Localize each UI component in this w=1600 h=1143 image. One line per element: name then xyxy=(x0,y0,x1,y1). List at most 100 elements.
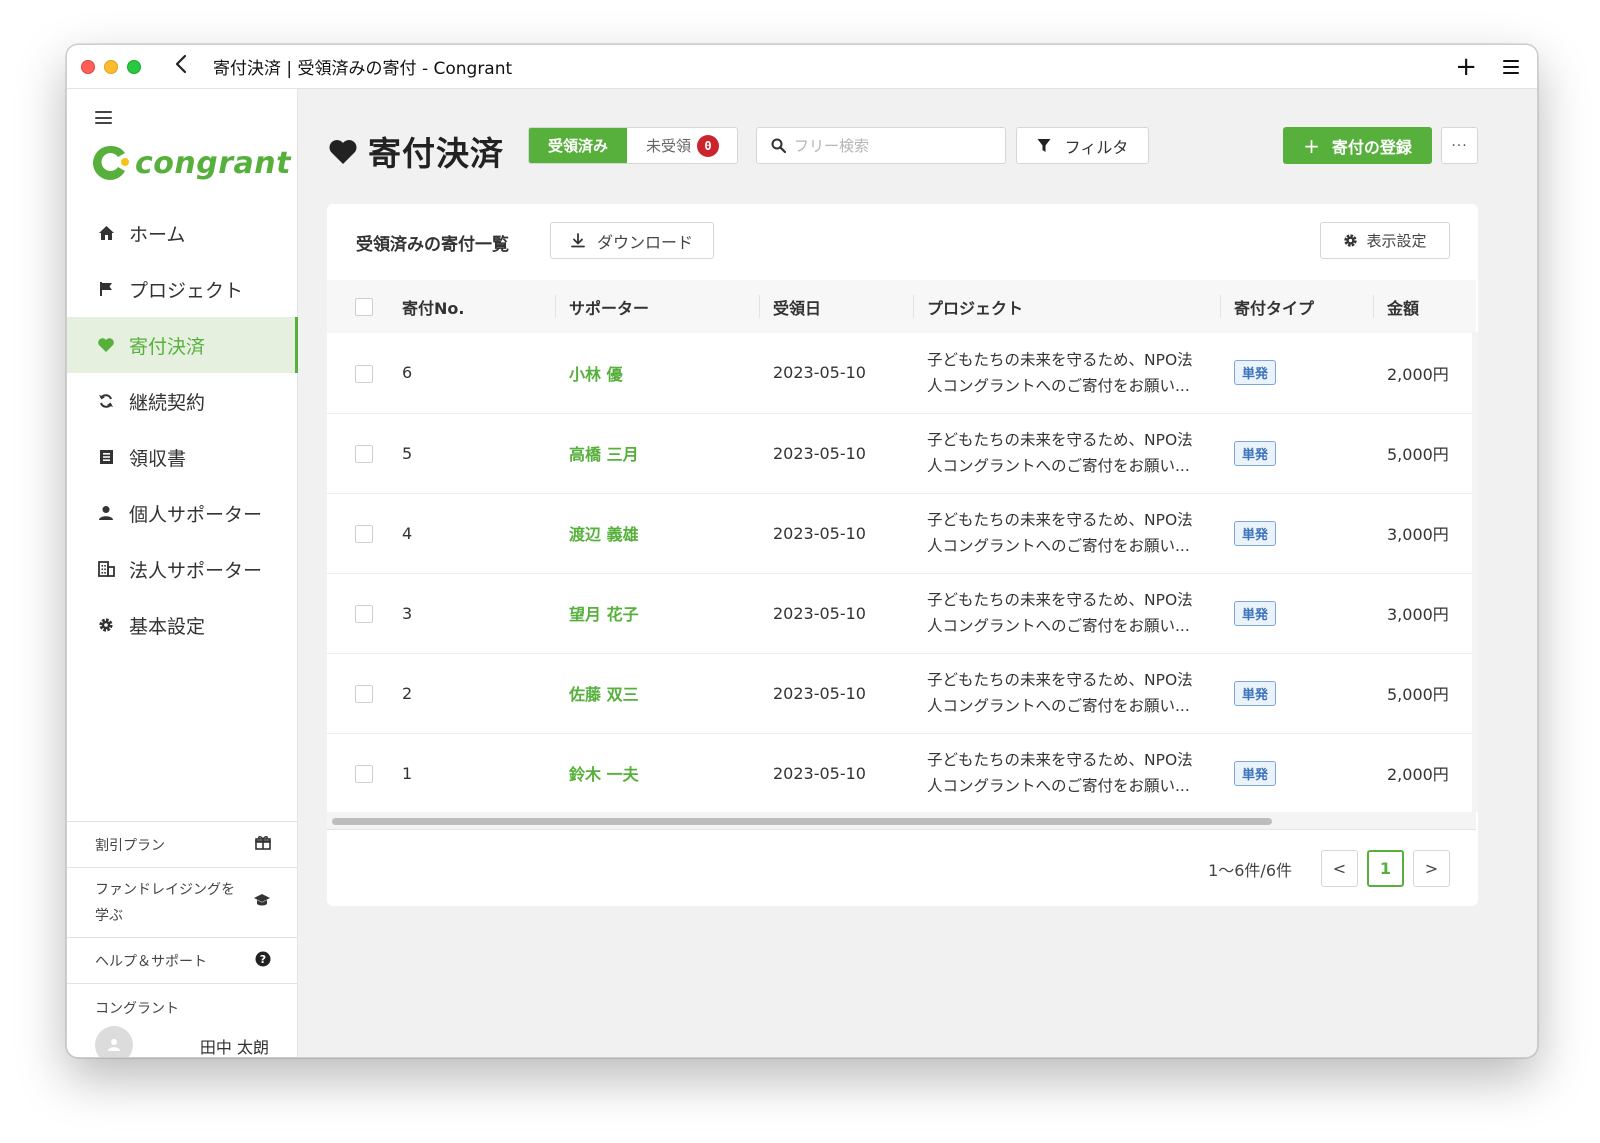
amount: 5,000円 xyxy=(1387,445,1449,464)
help-icon: ? xyxy=(255,951,271,971)
user-account[interactable]: コングラント 田中 太朗 xyxy=(67,983,297,1057)
sidebar-item-label: 個人サポーター xyxy=(129,503,263,526)
sidebar-item-label: 継続契約 xyxy=(129,391,206,414)
sidebar-item-settings[interactable]: 基本設定 xyxy=(67,597,298,653)
page-button-current[interactable]: 1 xyxy=(1367,850,1404,887)
row-checkbox[interactable] xyxy=(355,604,373,623)
tab-unreceived[interactable]: 未受領 0 xyxy=(627,128,737,163)
project-line: 子どもたちの未来を守るため、NPO法 xyxy=(927,591,1193,609)
donation-no: 2 xyxy=(402,683,413,703)
minimize-window-button[interactable] xyxy=(104,59,118,74)
column-header-label: 寄付タイプ xyxy=(1234,298,1315,318)
row-checkbox[interactable] xyxy=(355,684,373,703)
horizontal-scrollbar[interactable] xyxy=(327,812,1476,830)
column-header-amount[interactable]: 金額 xyxy=(1373,280,1476,333)
table-row[interactable]: 1 鈴木 一夫 2023-05-10 子どもたちの未来を守るため、NPO法 人コン… xyxy=(327,733,1476,813)
sidebar-item-receipts[interactable]: 領収書 xyxy=(67,429,298,485)
more-options-button[interactable]: ··· xyxy=(1441,127,1478,164)
supporter-link[interactable]: 高橋 三月 xyxy=(569,445,639,464)
table-row[interactable]: 2 佐藤 双三 2023-05-10 子どもたちの未来を守るため、NPO法 人コン… xyxy=(327,653,1476,733)
building-icon xyxy=(97,560,115,578)
project-line: 人コングラントへのご寄付をお願い... xyxy=(927,617,1190,635)
learn-fundraising-line1: ファンドレイジングを xyxy=(95,881,235,898)
column-header-project[interactable]: プロジェクト xyxy=(913,280,1220,333)
help-support-label: ヘルプ＆サポート xyxy=(95,953,207,970)
amount: 5,000円 xyxy=(1387,685,1449,704)
column-header-label: プロジェクト xyxy=(927,298,1024,318)
sidebar-toggle-icon[interactable] xyxy=(95,111,112,124)
register-donation-button[interactable]: + 寄付の登録 xyxy=(1283,127,1432,164)
column-header-date[interactable]: 受領日 xyxy=(759,280,913,333)
table-row[interactable]: 6 小林 優 2023-05-10 子どもたちの未来を守るため、NPO法 人コング… xyxy=(327,333,1476,413)
project-line: 人コングラントへのご寄付をお願い... xyxy=(927,537,1190,555)
supporter-link[interactable]: 佐藤 双三 xyxy=(569,685,639,704)
search-input[interactable] xyxy=(794,136,994,155)
sidebar-item-individual-supporters[interactable]: 個人サポーター xyxy=(67,485,298,541)
donation-no: 4 xyxy=(402,523,413,543)
plus-icon: + xyxy=(1303,133,1320,158)
sidebar-item-subscriptions[interactable]: 継続契約 xyxy=(67,373,298,429)
project-line: 人コングラントへのご寄付をお願い... xyxy=(927,457,1190,475)
logo[interactable]: congrant xyxy=(91,143,291,183)
donation-no: 6 xyxy=(402,363,413,383)
next-page-button[interactable]: > xyxy=(1413,850,1450,887)
row-checkbox[interactable] xyxy=(355,444,373,463)
tab-unreceived-label: 未受領 xyxy=(646,137,692,155)
project-name: 子どもたちの未来を守るため、NPO法 人コングラントへのご寄付をお願い... xyxy=(913,333,1220,413)
horizontal-scrollbar-thumb[interactable] xyxy=(332,818,1272,825)
amount: 3,000円 xyxy=(1387,605,1449,624)
discount-plan-label: 割引プラン xyxy=(95,837,165,854)
heart-icon xyxy=(329,139,357,164)
app-window: 寄付決済 | 受領済みの寄付 - Congrant + congrant ホーム… xyxy=(66,44,1538,1058)
refresh-icon xyxy=(97,392,115,410)
column-header-no[interactable]: 寄付No. xyxy=(402,280,555,333)
back-icon[interactable] xyxy=(171,54,191,79)
help-support-link[interactable]: ヘルプ＆サポート ? xyxy=(67,937,297,983)
discount-plan-link[interactable]: 割引プラン xyxy=(67,821,297,867)
sidebar-item-label: 寄付決済 xyxy=(129,335,206,358)
tab-received[interactable]: 受領済み xyxy=(529,128,628,163)
donation-type-badge: 単発 xyxy=(1234,760,1277,786)
gear-icon xyxy=(97,616,115,634)
title-bar: 寄付決済 | 受領済みの寄付 - Congrant + xyxy=(67,45,1537,89)
table-row[interactable]: 4 渡辺 義雄 2023-05-10 子どもたちの未来を守るため、NPO法 人コン… xyxy=(327,493,1476,573)
download-button[interactable]: ダウンロード xyxy=(550,222,714,259)
page-title-text: 寄付決済 xyxy=(368,134,504,173)
supporter-link[interactable]: 小林 優 xyxy=(569,365,623,384)
supporter-link[interactable]: 渡辺 義雄 xyxy=(569,525,639,544)
download-icon xyxy=(571,233,585,248)
table-row[interactable]: 5 高橋 三月 2023-05-10 子どもたちの未来を守るため、NPO法 人コン… xyxy=(327,413,1476,493)
sidebar-item-donations[interactable]: 寄付決済 xyxy=(67,317,298,373)
project-line: 子どもたちの未来を守るため、NPO法 xyxy=(927,350,1193,369)
sidebar-item-home[interactable]: ホーム xyxy=(67,205,298,261)
learn-fundraising-link[interactable]: ファンドレイジングを 学ぶ xyxy=(67,867,297,937)
close-window-button[interactable] xyxy=(81,59,95,74)
avatar[interactable] xyxy=(95,1026,133,1057)
donation-table: 寄付No. サポーター 受領日 プロジェクト 寄付タイプ 金額 6 小林 優 2… xyxy=(327,280,1476,814)
column-header-supporter[interactable]: サポーター xyxy=(555,280,759,333)
donation-type-badge: 単発 xyxy=(1234,680,1277,706)
table-row[interactable]: 3 望月 花子 2023-05-10 子どもたちの未来を守るため、NPO法 人コン… xyxy=(327,573,1476,653)
sidebar-item-projects[interactable]: プロジェクト xyxy=(67,261,298,317)
prev-page-button[interactable]: < xyxy=(1321,850,1358,887)
row-checkbox[interactable] xyxy=(355,524,373,543)
heart-icon xyxy=(97,336,115,354)
sidebar-item-corporate-supporters[interactable]: 法人サポーター xyxy=(67,541,298,597)
learn-fundraising-line2: 学ぶ xyxy=(95,907,123,924)
new-tab-icon[interactable]: + xyxy=(1455,54,1477,80)
row-checkbox[interactable] xyxy=(355,364,373,383)
vertical-scrollbar[interactable] xyxy=(1472,332,1478,812)
select-all-checkbox[interactable] xyxy=(355,298,373,317)
display-settings-button[interactable]: 表示設定 xyxy=(1320,222,1450,259)
column-header-label: 寄付No. xyxy=(402,298,465,318)
sidebar-item-label: 法人サポーター xyxy=(129,559,263,582)
supporter-link[interactable]: 鈴木 一夫 xyxy=(569,765,639,784)
row-checkbox[interactable] xyxy=(355,764,373,783)
filter-button[interactable]: フィルタ xyxy=(1016,127,1149,164)
column-header-type[interactable]: 寄付タイプ xyxy=(1220,280,1373,333)
search-box[interactable] xyxy=(756,127,1006,164)
maximize-window-button[interactable] xyxy=(127,59,141,74)
list-title: 受領済みの寄付一覧 xyxy=(356,235,509,255)
supporter-link[interactable]: 望月 花子 xyxy=(569,605,639,624)
menu-icon[interactable] xyxy=(1503,60,1519,74)
